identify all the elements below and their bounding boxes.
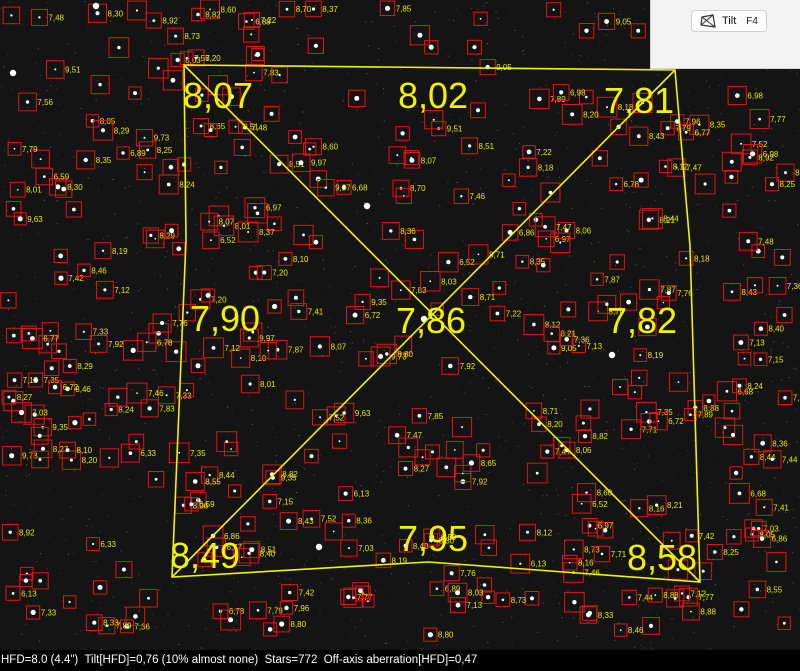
hfd-edge-top-center: 8,02 <box>398 75 468 116</box>
hfd-edge-middle-left: 7,90 <box>190 298 260 339</box>
hfd-edge-bottom-center: 7,95 <box>398 518 468 559</box>
status-bar: HFD=8.0 (4.4") Tilt[HFD]=0,76 (10% almos… <box>0 650 800 671</box>
hfd-corner-bottom-left: 8,49 <box>170 535 240 576</box>
hfd-corner-top-left: 8,07 <box>183 75 253 116</box>
tilt-analysis-overlay: 8,07 8,02 7,81 7,90 7,86 7,82 8,49 7,95 … <box>170 64 701 583</box>
toolbar-panel: Tilt F4 <box>650 0 800 69</box>
hfd-center: 7,86 <box>396 300 466 341</box>
image-viewer[interactable]: 8,078,556,977,428,717,138,659,737,488,70… <box>0 0 800 671</box>
hfd-corner-top-right: 7,81 <box>604 80 674 121</box>
status-tilt: Tilt[HFD]=0,76 (10% almost none) <box>84 654 259 666</box>
tilt-icon <box>700 14 716 28</box>
tilt-button[interactable]: Tilt F4 <box>691 10 767 32</box>
status-stars: Stars=772 <box>264 654 318 666</box>
tilt-button-label: Tilt <box>722 15 737 27</box>
hfd-edge-middle-right: 7,82 <box>607 300 677 341</box>
status-off-axis: Off-axis aberration[HFD]=0,47 <box>323 654 478 666</box>
hfd-corner-bottom-right: 8,58 <box>627 537 697 578</box>
tilt-button-shortcut: F4 <box>746 15 758 27</box>
status-hfd: HFD=8.0 (4.4") <box>1 654 79 666</box>
